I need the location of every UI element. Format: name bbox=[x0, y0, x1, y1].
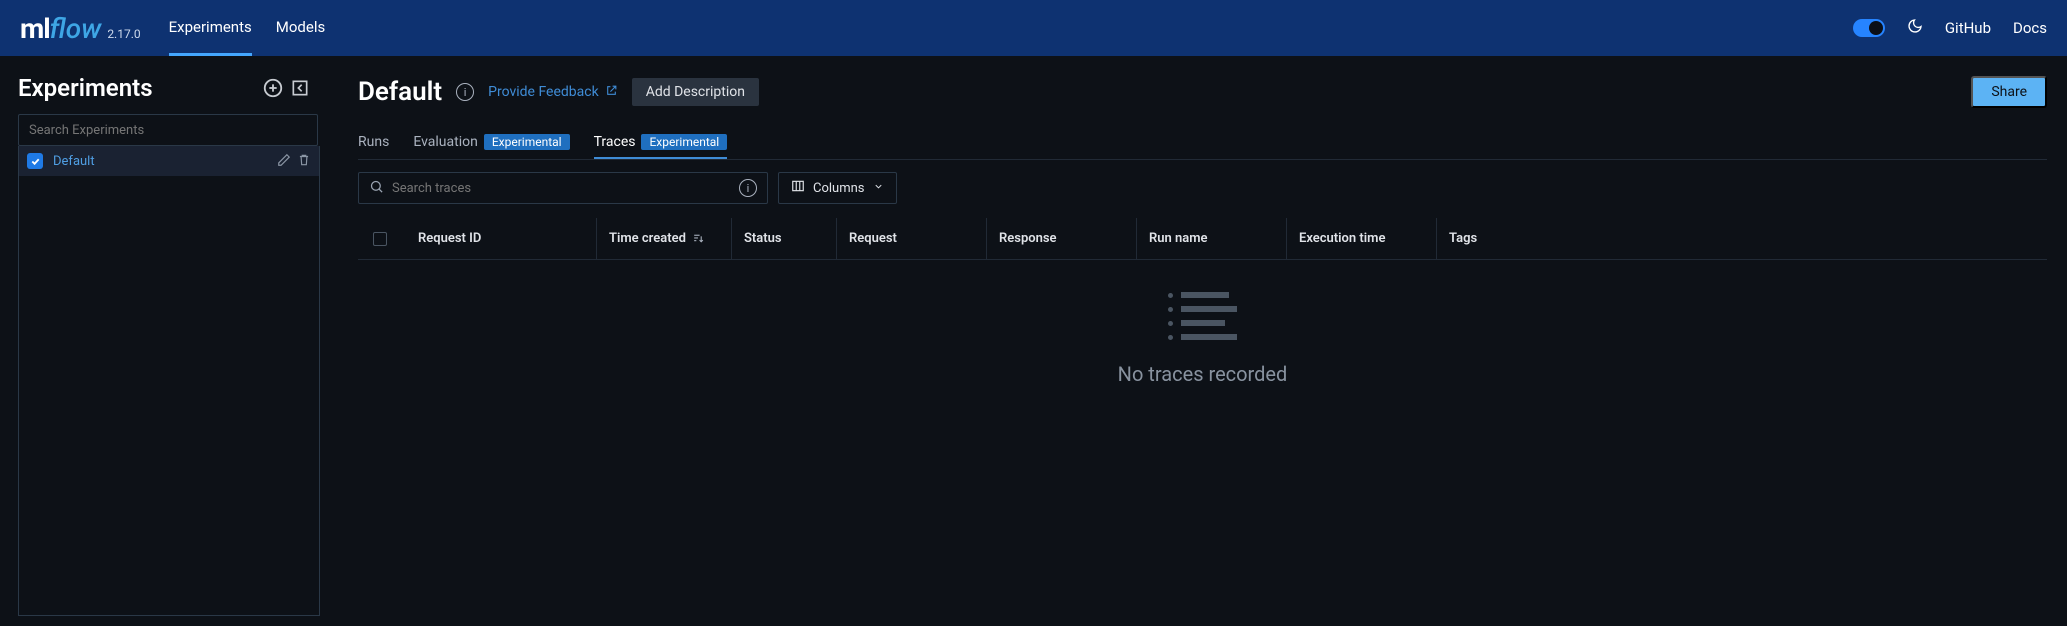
tab-evaluation[interactable]: Evaluation Experimental bbox=[413, 126, 569, 159]
search-info-icon[interactable]: i bbox=[739, 179, 757, 197]
columns-button[interactable]: Columns bbox=[778, 172, 897, 204]
experimental-badge: Experimental bbox=[641, 134, 727, 150]
search-experiments-input[interactable] bbox=[29, 123, 307, 138]
page-title: Default bbox=[358, 77, 442, 107]
nav-tab-experiments[interactable]: Experiments bbox=[169, 0, 252, 56]
github-link[interactable]: GitHub bbox=[1945, 19, 1991, 37]
delete-icon[interactable] bbox=[297, 152, 311, 171]
edit-icon[interactable] bbox=[277, 152, 291, 171]
columns-icon bbox=[791, 179, 805, 197]
trace-search-box[interactable]: i bbox=[358, 172, 768, 204]
sidebar: Experiments Default bbox=[0, 56, 320, 626]
experimental-badge: Experimental bbox=[484, 134, 570, 150]
col-run-name[interactable]: Run name bbox=[1136, 218, 1286, 259]
add-description-button[interactable]: Add Description bbox=[632, 78, 759, 106]
sidebar-icons bbox=[262, 77, 310, 99]
experiment-name[interactable]: Default bbox=[53, 154, 267, 169]
table-header: Request ID Time created Status Request R… bbox=[358, 218, 2047, 260]
empty-state: No traces recorded bbox=[358, 292, 2047, 386]
theme-toggle[interactable] bbox=[1853, 19, 1885, 37]
sort-icon bbox=[692, 232, 705, 245]
logo-ml: ml bbox=[20, 12, 50, 45]
search-experiments-box[interactable] bbox=[18, 114, 318, 146]
main-layout: Experiments Default bbox=[0, 56, 2067, 626]
columns-label: Columns bbox=[813, 181, 865, 196]
empty-state-text: No traces recorded bbox=[1118, 362, 1288, 386]
feedback-link[interactable]: Provide Feedback bbox=[488, 84, 618, 100]
docs-link[interactable]: Docs bbox=[2013, 19, 2047, 37]
external-link-icon bbox=[605, 84, 618, 100]
col-status[interactable]: Status bbox=[731, 218, 836, 259]
add-experiment-icon[interactable] bbox=[262, 77, 284, 99]
header-right: GitHub Docs bbox=[1853, 18, 2047, 38]
col-request-id[interactable]: Request ID bbox=[406, 218, 596, 259]
col-checkbox[interactable] bbox=[366, 218, 406, 259]
tab-traces[interactable]: Traces Experimental bbox=[594, 126, 728, 159]
nav-tabs: Experiments Models bbox=[169, 0, 326, 56]
empty-state-icon bbox=[1168, 292, 1237, 340]
share-button[interactable]: Share bbox=[1971, 76, 2047, 108]
logo-flow: flow bbox=[50, 12, 102, 45]
col-tags[interactable]: Tags bbox=[1436, 218, 2047, 259]
feedback-label: Provide Feedback bbox=[488, 84, 599, 100]
logo-version: 2.17.0 bbox=[107, 27, 140, 41]
sidebar-head: Experiments bbox=[18, 74, 320, 102]
collapse-sidebar-icon[interactable] bbox=[290, 78, 310, 98]
tab-runs[interactable]: Runs bbox=[358, 126, 389, 159]
experiment-item[interactable]: Default bbox=[19, 146, 319, 176]
experiment-checkbox[interactable] bbox=[27, 153, 43, 169]
tab-traces-label: Traces bbox=[594, 134, 636, 150]
app-logo: ml flow 2.17.0 bbox=[20, 12, 141, 45]
experiment-actions bbox=[277, 152, 311, 171]
nav-tab-models[interactable]: Models bbox=[276, 0, 325, 56]
top-header: ml flow 2.17.0 Experiments Models GitHub… bbox=[0, 0, 2067, 56]
tab-evaluation-label: Evaluation bbox=[413, 134, 478, 150]
search-icon bbox=[369, 179, 384, 198]
experiment-list: Default bbox=[18, 146, 320, 616]
col-request[interactable]: Request bbox=[836, 218, 986, 259]
moon-icon bbox=[1907, 18, 1923, 38]
content-head: Default i Provide Feedback Add Descripti… bbox=[358, 76, 2047, 108]
col-response[interactable]: Response bbox=[986, 218, 1136, 259]
sidebar-title: Experiments bbox=[18, 74, 153, 102]
subtabs: Runs Evaluation Experimental Traces Expe… bbox=[358, 126, 2047, 160]
col-execution-time[interactable]: Execution time bbox=[1286, 218, 1436, 259]
trace-search-input[interactable] bbox=[392, 181, 731, 196]
content: Default i Provide Feedback Add Descripti… bbox=[320, 56, 2067, 626]
col-time-created[interactable]: Time created bbox=[596, 218, 731, 259]
chevron-down-icon bbox=[873, 181, 884, 196]
col-time-label: Time created bbox=[609, 231, 686, 246]
toolbar: i Columns bbox=[358, 172, 2047, 204]
info-icon[interactable]: i bbox=[456, 83, 474, 101]
